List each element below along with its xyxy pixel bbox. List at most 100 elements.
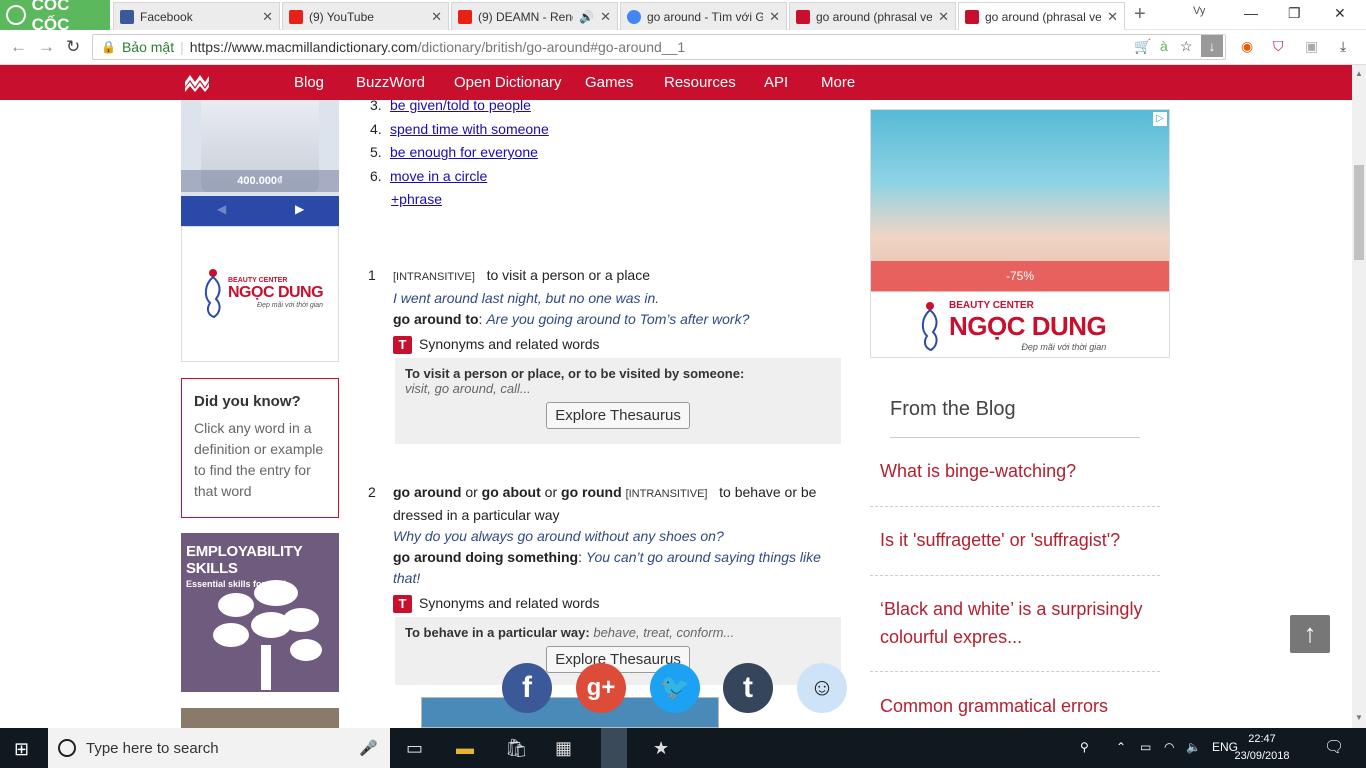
scroll-thumb[interactable] bbox=[1354, 165, 1364, 260]
close-tab-icon[interactable]: ✕ bbox=[1107, 9, 1118, 25]
google-plus-share-icon[interactable]: g+ bbox=[576, 663, 626, 713]
left-ad-product[interactable]: 400.000₫ ◀ ▶ bbox=[181, 100, 339, 226]
list-item: 3. be given/told to people bbox=[370, 97, 840, 121]
reload-icon[interactable]: ↻ bbox=[66, 37, 80, 57]
blog-post-link[interactable]: ‘Black and white’ is a surprisingly colo… bbox=[880, 595, 1150, 651]
url-input[interactable]: 🔒 Bảo mật | https://www.macmillandiction… bbox=[92, 34, 1226, 60]
cart-icon[interactable]: 🛒 bbox=[1134, 38, 1151, 55]
explore-thesaurus-button[interactable]: Explore Thesaurus bbox=[546, 402, 690, 429]
left-ad-bottom[interactable] bbox=[181, 708, 339, 728]
macmillan-logo-icon[interactable] bbox=[184, 73, 210, 92]
nav-buzzword[interactable]: BuzzWord bbox=[356, 74, 425, 91]
browser-tab-bar: CỐC CỐC Facebook ✕ (9) YouTube ✕ (9) DEAMN… bbox=[0, 0, 1366, 34]
tab-macmillan-1[interactable]: go around (phrasal ve ✕ bbox=[789, 2, 956, 30]
volume-icon[interactable]: 🔈 bbox=[1186, 740, 1201, 754]
windows-taskbar: ⊞ Type here to search 🎤 ▭ ▬ 🛍 ▦ ★ ⚲ ⌃ ▭ … bbox=[0, 728, 1366, 768]
people-icon[interactable]: ⚲ bbox=[1080, 740, 1089, 754]
tab-google[interactable]: go around - Tìm với G ✕ bbox=[620, 2, 787, 30]
windows-start-icon[interactable]: ⊞ bbox=[14, 739, 29, 760]
blog-post-link[interactable]: Is it 'suffragette' or 'suffragist'? bbox=[880, 526, 1150, 554]
left-ad-ngoc-dung[interactable]: BEAUTY CENTER NGỌC DUNG Đẹp mãi với thời… bbox=[181, 226, 339, 362]
sense-menu: 3. be given/told to people 4. spend time w… bbox=[370, 97, 840, 191]
twitter-share-icon[interactable]: 🐦 bbox=[650, 663, 700, 713]
restore-icon[interactable]: ❐ bbox=[1288, 5, 1301, 22]
employability-skills-ad[interactable]: EMPLOYABILITY SKILLS Essential skills fo… bbox=[181, 533, 339, 692]
extension-icon[interactable]: ▣ bbox=[1305, 38, 1318, 55]
synonyms-toggle[interactable]: T Synonyms and related words bbox=[393, 334, 840, 355]
typing-icon[interactable]: à bbox=[1160, 38, 1168, 54]
tumblr-share-icon[interactable]: t bbox=[723, 663, 773, 713]
shield-extension-icon[interactable]: ⛉ bbox=[1273, 38, 1284, 55]
file-explorer-icon[interactable]: ▬ bbox=[456, 738, 474, 759]
synonyms-toggle[interactable]: T Synonyms and related words bbox=[393, 593, 840, 614]
definition-entry-1: 1 [INTRANSITIVE] to visit a person or a … bbox=[368, 265, 840, 355]
back-to-top-button[interactable]: ↑ bbox=[1290, 615, 1330, 653]
did-you-know-box: Did you know? Click any word in a defini… bbox=[181, 378, 339, 518]
tab-facebook[interactable]: Facebook ✕ bbox=[113, 2, 280, 30]
minimize-icon[interactable]: — bbox=[1244, 5, 1258, 21]
phrase-link[interactable]: +phrase bbox=[391, 191, 442, 207]
definition-text[interactable]: to visit a person or a place bbox=[487, 267, 650, 283]
facebook-share-icon[interactable]: f bbox=[502, 663, 552, 713]
sense-link[interactable]: move in a circle bbox=[390, 168, 487, 192]
page-scrollbar[interactable]: ▲ ▼ bbox=[1352, 65, 1366, 728]
scroll-up-icon[interactable]: ▲ bbox=[1355, 69, 1363, 78]
bookmark-star-icon[interactable]: ☆ bbox=[1180, 38, 1193, 55]
extension-ring-icon[interactable]: ◉ bbox=[1241, 38, 1253, 55]
battery-icon[interactable]: ▭ bbox=[1140, 740, 1151, 754]
back-icon[interactable]: ← bbox=[10, 37, 27, 57]
forward-icon[interactable]: → bbox=[38, 37, 55, 57]
app-icon[interactable]: ▦ bbox=[555, 738, 572, 759]
pattern-label[interactable]: go around to bbox=[393, 311, 479, 327]
tab-macmillan-active[interactable]: go around (phrasal ve ✕ bbox=[958, 2, 1125, 30]
scroll-down-icon[interactable]: ▼ bbox=[1355, 713, 1363, 722]
blog-post-link[interactable]: What is binge-watching? bbox=[880, 457, 1150, 485]
close-tab-icon[interactable]: ✕ bbox=[769, 9, 780, 25]
task-view-icon[interactable]: ▭ bbox=[406, 738, 423, 759]
tray-chevron-icon[interactable]: ⌃ bbox=[1116, 740, 1126, 754]
notifications-icon[interactable]: 🗨 bbox=[1324, 737, 1344, 757]
adchoices-icon[interactable]: ▷ bbox=[1153, 112, 1167, 126]
ad-discount-badge: -75% bbox=[871, 261, 1169, 291]
close-tab-icon[interactable]: ✕ bbox=[431, 9, 442, 25]
tab-youtube[interactable]: (9) YouTube ✕ bbox=[282, 2, 449, 30]
nav-resources[interactable]: Resources bbox=[664, 74, 736, 91]
tab-deamn[interactable]: (9) DEAMN - Rend 🔊 ✕ bbox=[451, 2, 618, 30]
app-star-icon[interactable]: ★ bbox=[653, 738, 669, 759]
close-tab-icon[interactable]: ✕ bbox=[938, 9, 949, 25]
sense-link[interactable]: be given/told to people bbox=[390, 97, 531, 121]
store-icon[interactable]: 🛍 bbox=[505, 738, 528, 759]
nav-more[interactable]: More bbox=[821, 74, 855, 91]
coccoc-logo[interactable]: CỐC CỐC bbox=[0, 0, 110, 34]
profile-icon[interactable]: Vy bbox=[1193, 5, 1205, 17]
new-tab-button[interactable]: + bbox=[1134, 3, 1146, 26]
download-icon[interactable]: ↓ bbox=[1201, 35, 1223, 57]
downloads-menu-icon[interactable]: ⤓ bbox=[1340, 38, 1346, 55]
sense-link[interactable]: spend time with someone bbox=[390, 121, 549, 145]
example-sentence[interactable]: I went around last night, but no one was… bbox=[393, 290, 659, 306]
wifi-icon[interactable]: ◠ bbox=[1164, 740, 1174, 754]
pattern-label[interactable]: go around doing something bbox=[393, 549, 578, 565]
coccoc-taskbar-icon[interactable] bbox=[601, 728, 627, 768]
microphone-icon[interactable]: 🎤 bbox=[359, 739, 378, 757]
url-path: /dictionary/british/go-around#go-around_… bbox=[417, 39, 686, 55]
sense-link[interactable]: be enough for everyone bbox=[390, 144, 538, 168]
close-tab-icon[interactable]: ✕ bbox=[600, 9, 611, 25]
nav-open-dictionary[interactable]: Open Dictionary bbox=[454, 74, 562, 91]
next-arrow-icon[interactable]: ▶ bbox=[295, 202, 304, 216]
list-item: 5. be enough for everyone bbox=[370, 144, 840, 168]
example-sentence[interactable]: Why do you always go around without any … bbox=[393, 528, 724, 544]
blog-divider bbox=[890, 437, 1140, 438]
blog-post-link[interactable]: Common grammatical errors bbox=[880, 692, 1150, 728]
example-sentence[interactable]: Are you going around to Tom’s after work… bbox=[486, 311, 749, 327]
window-close-icon[interactable]: ✕ bbox=[1334, 5, 1346, 22]
nav-games[interactable]: Games bbox=[585, 74, 633, 91]
taskbar-clock[interactable]: 22:47 23/09/2018 bbox=[1232, 731, 1292, 765]
reddit-share-icon[interactable]: ☺ bbox=[797, 663, 847, 713]
nav-blog[interactable]: Blog bbox=[294, 74, 324, 91]
close-tab-icon[interactable]: ✕ bbox=[262, 9, 273, 25]
taskbar-search-input[interactable]: Type here to search 🎤 bbox=[48, 728, 390, 768]
prev-arrow-icon[interactable]: ◀ bbox=[217, 202, 226, 216]
nav-api[interactable]: API bbox=[764, 74, 788, 91]
right-ad-ngoc-dung[interactable]: -75% ▷ BEAUTY CENTER NGỌC DUNG Đẹp mãi v… bbox=[870, 109, 1170, 358]
